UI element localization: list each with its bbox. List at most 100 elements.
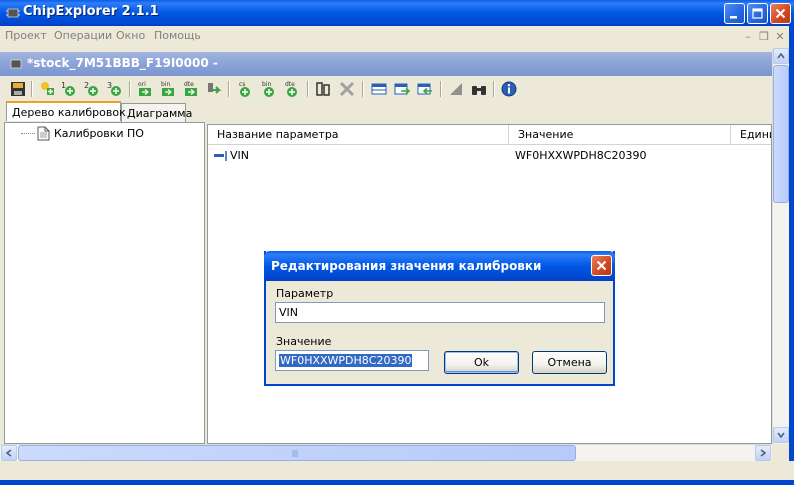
cancel-button[interactable]: Отмена [532, 351, 607, 374]
export-ori-icon[interactable]: ori [136, 80, 154, 98]
document-icon [37, 126, 50, 141]
column-header-label: Едини [740, 128, 771, 141]
value-field-text: WF0HXXWPDH8C20390 [279, 354, 413, 367]
parameter-value: WF0HXXWPDH8C20390 [515, 149, 647, 162]
document-title: *stock_7M51BBB_F19I0000 - [27, 56, 218, 70]
minimize-button[interactable] [724, 3, 745, 24]
tab-label: Дерево калибровок [12, 106, 126, 119]
ok-button[interactable]: Ok [444, 351, 519, 374]
svg-text:3: 3 [107, 81, 112, 90]
table-import-icon[interactable] [393, 80, 411, 98]
binoculars-icon[interactable] [470, 80, 488, 98]
edit-calibration-dialog: Редактирования значения калибровки Парам… [264, 251, 615, 386]
save-icon[interactable] [9, 80, 27, 98]
info-icon[interactable] [500, 80, 518, 98]
column-header-label: Значение [518, 128, 574, 141]
toolbar: 1 2 3 ori bin dte cs bin dte [0, 77, 772, 102]
toolbar-separator [31, 81, 33, 97]
column-header-name[interactable]: Название параметра [208, 125, 509, 145]
menu-project[interactable]: Проект [5, 29, 47, 42]
tab-label: Диаграмма [127, 107, 193, 120]
svg-text:1: 1 [61, 81, 66, 90]
svg-text:bin: bin [262, 81, 271, 88]
import-bin-icon[interactable]: bin [260, 80, 278, 98]
parameter-icon [214, 151, 227, 161]
export-dte-icon[interactable]: dte [182, 80, 200, 98]
toolbar-separator [307, 81, 309, 97]
dialog-title-bar[interactable]: Редактирования значения калибровки [264, 251, 615, 281]
mdi-restore-button[interactable]: ❐ [756, 29, 772, 43]
maximize-button[interactable] [747, 3, 768, 24]
scroll-thumb[interactable] [773, 65, 789, 203]
horizontal-scrollbar[interactable] [0, 444, 772, 461]
menu-bar: Проект Операции Окно Помощь [0, 26, 794, 46]
svg-text:dte: dte [285, 81, 295, 88]
cancel-button-label: Отмена [547, 356, 592, 369]
table-row[interactable]: VIN WF0HXXWPDH8C20390 [208, 147, 771, 165]
column-header-unit[interactable]: Едини [731, 125, 771, 145]
menu-help[interactable]: Помощь [154, 29, 201, 42]
triangle-tool-icon[interactable] [447, 80, 465, 98]
ok-button-label: Ok [473, 356, 490, 369]
window-frame [789, 26, 794, 485]
scroll-thumb[interactable] [18, 445, 576, 461]
chevron-down-icon [777, 432, 785, 438]
restore-icon: ❐ [759, 29, 769, 43]
tree-item-label: Калибровки ПО [54, 127, 144, 140]
toolbar-separator [440, 81, 442, 97]
svg-text:ori: ori [138, 81, 146, 88]
scrollbar-corner [772, 444, 789, 461]
new-calibration-icon[interactable] [38, 80, 56, 98]
grid-header: Название параметра Значение Едини [208, 125, 771, 145]
parameter-name: VIN [230, 149, 249, 162]
calibration-tree[interactable]: Калибровки ПО [4, 122, 205, 444]
mdi-minimize-button[interactable]: – [740, 29, 756, 43]
parameter-field[interactable]: VIN [275, 302, 605, 323]
tab-calibration-tree[interactable]: Дерево калибровок [6, 101, 126, 121]
add-1-icon[interactable]: 1 [60, 80, 78, 98]
dialog-close-button[interactable] [591, 255, 612, 276]
value-field[interactable]: WF0HXXWPDH8C20390 [275, 350, 429, 371]
write-icon[interactable] [205, 80, 223, 98]
menu-operations[interactable]: Операции [54, 29, 112, 42]
export-bin-icon[interactable]: bin [159, 80, 177, 98]
minimize-icon: – [745, 29, 751, 43]
tree-item-calibrations[interactable]: Калибровки ПО [21, 126, 144, 141]
import-dte-icon[interactable]: dte [283, 80, 301, 98]
vertical-scrollbar[interactable] [772, 48, 789, 444]
add-3-icon[interactable]: 3 [106, 80, 124, 98]
add-2-icon[interactable]: 2 [83, 80, 101, 98]
chip-icon [6, 8, 20, 18]
checksum-icon[interactable]: cs [236, 80, 254, 98]
column-header-value[interactable]: Значение [509, 125, 731, 145]
table-export-icon[interactable] [416, 80, 434, 98]
scroll-up-button[interactable] [773, 48, 789, 64]
document-title-bar[interactable]: *stock_7M51BBB_F19I0000 - [0, 52, 772, 76]
parameter-field-value: VIN [279, 306, 298, 319]
grip-icon [292, 450, 298, 457]
dialog-title: Редактирования значения калибровки [271, 259, 542, 273]
scroll-left-button[interactable] [1, 445, 17, 461]
svg-text:cs: cs [239, 81, 245, 88]
chevron-left-icon [6, 449, 12, 457]
app-title-bar[interactable]: ChipExplorer 2.1.1 [0, 0, 794, 26]
scroll-down-button[interactable] [773, 427, 789, 443]
table-icon[interactable] [370, 80, 388, 98]
scroll-right-button[interactable] [755, 445, 771, 461]
toolbar-separator [228, 81, 230, 97]
compare-icon[interactable] [314, 80, 332, 98]
tab-diagram[interactable]: Диаграмма [121, 103, 192, 122]
mdi-close-button[interactable]: ✕ [772, 29, 788, 43]
app-title: ChipExplorer 2.1.1 [23, 4, 159, 19]
disabled-tool-icon[interactable] [338, 80, 356, 98]
close-button[interactable] [770, 3, 791, 24]
svg-text:bin: bin [161, 81, 170, 88]
minimize-icon [730, 16, 737, 19]
toolbar-separator [362, 81, 364, 97]
tree-connector [21, 133, 35, 134]
close-icon [596, 260, 607, 271]
toolbar-separator [493, 81, 495, 97]
maximize-icon [752, 8, 763, 19]
svg-text:dte: dte [184, 81, 194, 88]
menu-window[interactable]: Окно [116, 29, 145, 42]
